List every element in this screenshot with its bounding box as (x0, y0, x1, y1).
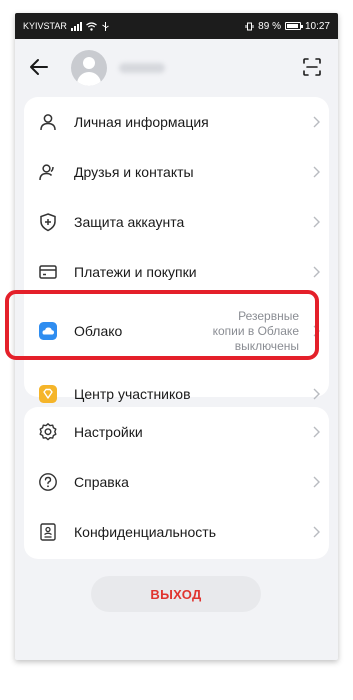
menu-item-label: Личная информация (74, 114, 209, 130)
chevron-right-icon (313, 388, 320, 400)
logout-button[interactable]: ВЫХОД (91, 576, 261, 612)
menu-item-label: Платежи и покупки (74, 264, 197, 280)
card-icon (38, 262, 58, 282)
menu-item-label: Центр участников (74, 386, 191, 402)
clock: 10:27 (304, 20, 330, 32)
menu-item-label: Защита аккаунта (74, 214, 185, 230)
gear-icon (38, 422, 58, 442)
chevron-right-icon (313, 426, 320, 438)
menu-item-label: Друзья и контакты (74, 164, 194, 180)
carrier-name: KYIVSTAR (23, 21, 67, 31)
menu-item-help[interactable]: Справка (24, 457, 329, 507)
status-bar: KYIVSTAR 89 % 10:27 (15, 13, 338, 39)
menu-item-label: Настройки (74, 424, 143, 440)
chevron-right-icon (313, 266, 320, 278)
vibrate-icon (245, 22, 254, 30)
avatar[interactable] (71, 50, 107, 86)
question-icon (38, 472, 58, 492)
phone-frame: KYIVSTAR 89 % 10:27 Личная информация Др… (0, 0, 353, 700)
menu-item-friends[interactable]: Друзья и контакты (24, 147, 329, 197)
chevron-right-icon (313, 526, 320, 538)
menu-item-settings[interactable]: Настройки (24, 407, 329, 457)
highlight-frame (5, 290, 319, 360)
account-header (15, 39, 338, 95)
settings-menu-card: Настройки Справка Конфиденциальность (24, 407, 329, 559)
usb-icon (102, 21, 109, 31)
menu-item-account-security[interactable]: Защита аккаунта (24, 197, 329, 247)
chevron-right-icon (313, 116, 320, 128)
menu-item-privacy[interactable]: Конфиденциальность (24, 507, 329, 557)
shield-plus-icon (38, 212, 58, 232)
battery-percent: 89 % (258, 20, 281, 32)
privacy-icon (38, 522, 58, 542)
battery-icon (284, 22, 303, 30)
wifi-icon (85, 21, 97, 31)
back-arrow-icon[interactable] (27, 55, 51, 79)
person-icon (38, 112, 58, 132)
username-blurred (119, 63, 165, 73)
people-icon (38, 162, 58, 182)
menu-item-label: Справка (74, 474, 129, 490)
chevron-right-icon (313, 166, 320, 178)
signal-icon (70, 21, 82, 31)
menu-item-label: Конфиденциальность (74, 524, 217, 540)
menu-item-personal-info[interactable]: Личная информация (24, 97, 329, 147)
member-diamond-icon (38, 384, 58, 404)
chevron-right-icon (313, 476, 320, 488)
scan-qr-icon[interactable] (300, 55, 324, 79)
chevron-right-icon (313, 216, 320, 228)
